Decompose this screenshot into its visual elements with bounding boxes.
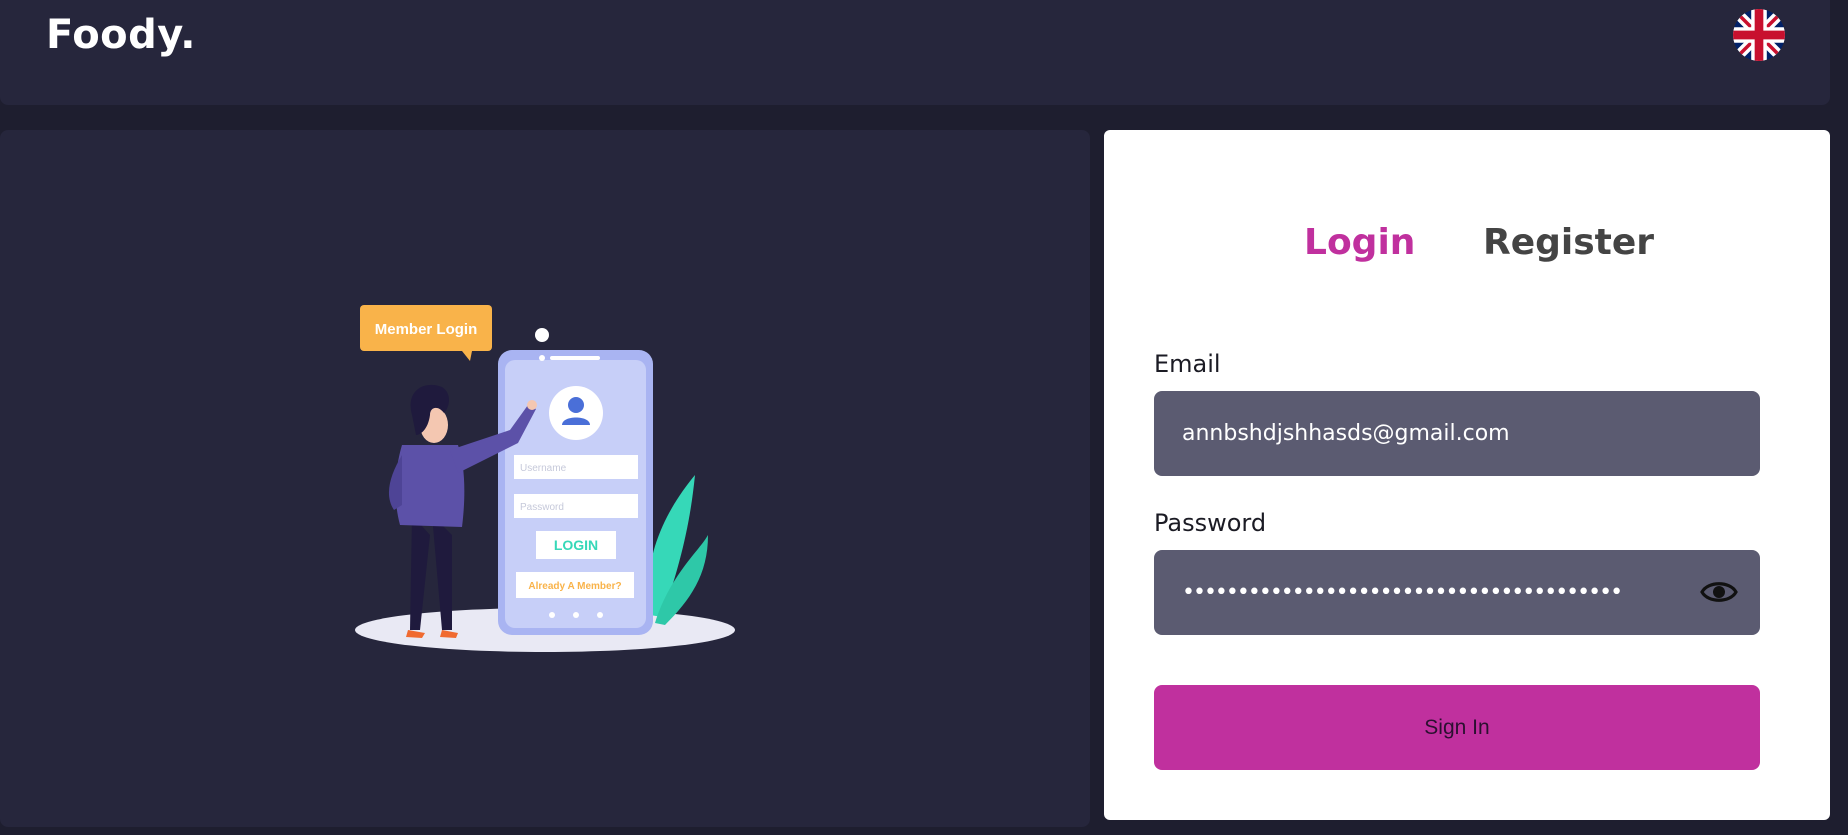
illustration-panel: Username Password LOGIN Already A Member… <box>0 130 1090 827</box>
illustration-username: Username <box>520 463 567 474</box>
tab-login[interactable]: Login <box>1304 222 1415 263</box>
illustration-password: Password <box>520 502 564 513</box>
tab-register[interactable]: Register <box>1483 222 1654 263</box>
person-leg <box>410 515 430 630</box>
password-field[interactable]: •••••••••••••••••••••••••••••••••••••••• <box>1154 550 1760 635</box>
email-field[interactable]: annbshdjshhasds@gmail.com <box>1154 391 1760 476</box>
auth-tabs: Login Register <box>1104 222 1830 272</box>
password-value[interactable]: •••••••••••••••••••••••••••••••••••••••• <box>1182 550 1623 635</box>
sign-in-button[interactable]: Sign In <box>1154 685 1760 770</box>
eye-icon[interactable] <box>1700 576 1738 608</box>
uk-flag-icon[interactable] <box>1733 9 1785 61</box>
illustration-already-member: Already A Member? <box>528 581 621 592</box>
password-label: Password <box>1154 509 1267 537</box>
auth-card: Login Register Email annbshdjshhasds@gma… <box>1104 130 1830 820</box>
member-login-illustration: Username Password LOGIN Already A Member… <box>350 305 740 680</box>
speech-bubble-text: Member Login <box>375 321 478 338</box>
email-value[interactable]: annbshdjshhasds@gmail.com <box>1182 391 1510 476</box>
app-logo[interactable]: Foody. <box>46 12 196 58</box>
email-label: Email <box>1154 350 1221 378</box>
illustration-login-button: LOGIN <box>554 537 598 553</box>
top-bar: Foody. <box>0 0 1830 105</box>
